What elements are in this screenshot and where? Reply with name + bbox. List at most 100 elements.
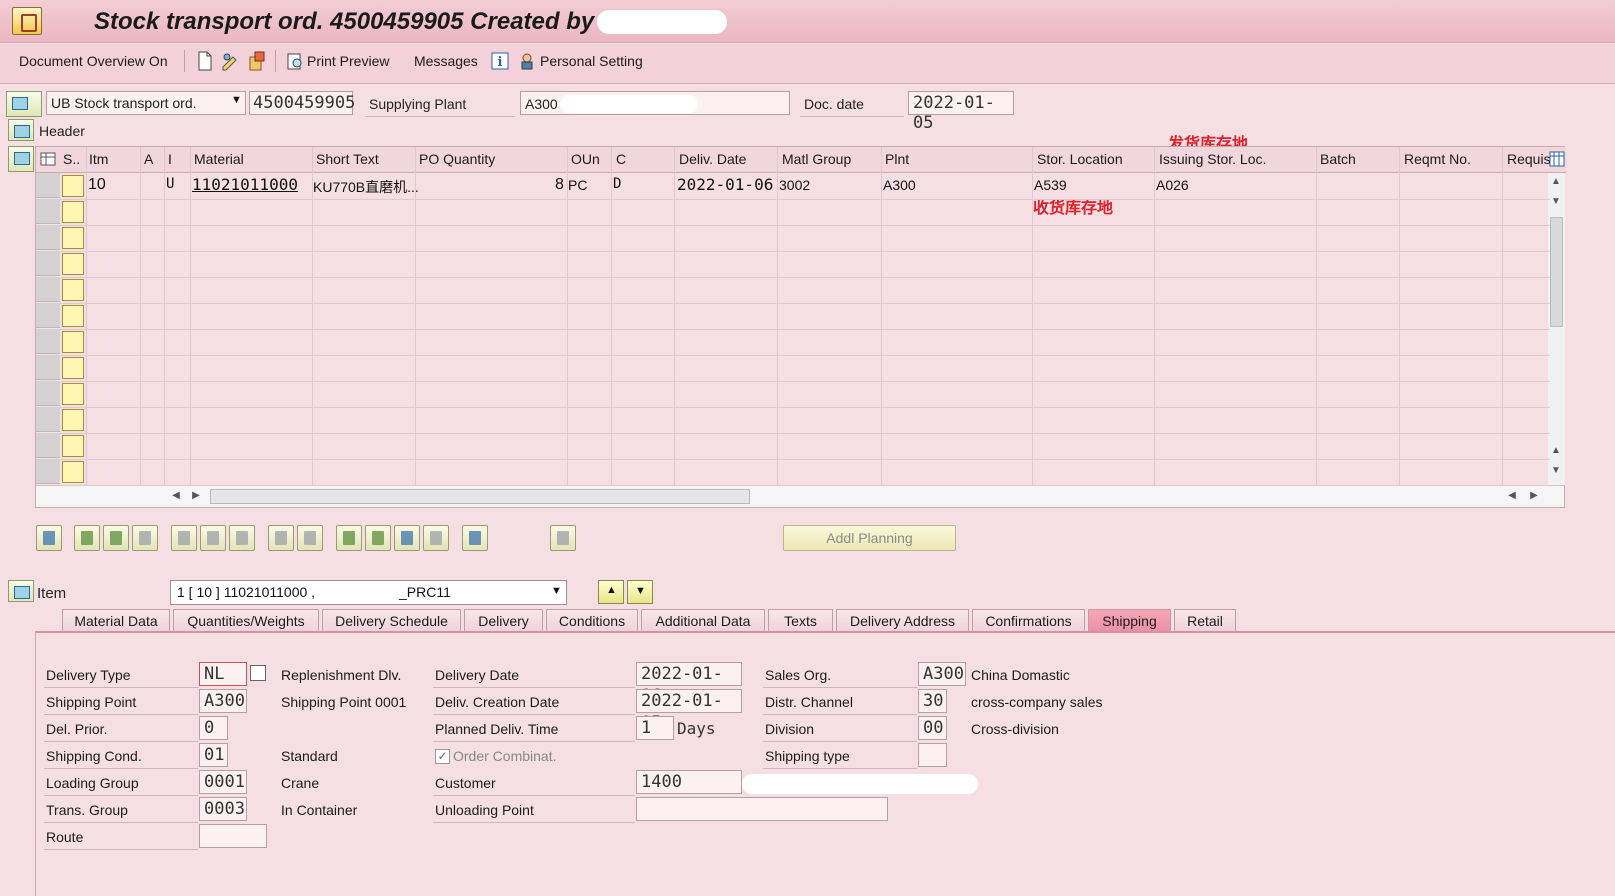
scroll-far-left-icon[interactable]: ◀ bbox=[1506, 490, 1518, 502]
chevron-down-icon[interactable]: ▼ bbox=[551, 585, 562, 597]
display-change-icon[interactable] bbox=[221, 51, 239, 71]
addl-planning-button[interactable]: Addl Planning bbox=[783, 525, 956, 551]
loading-group-field[interactable]: 0001 bbox=[199, 770, 247, 794]
tab-delivery[interactable]: Delivery bbox=[464, 609, 543, 632]
item-select[interactable]: 1 [ 10 ] 11021011000 , _PRC11 ▼ bbox=[170, 580, 567, 605]
row-status-cell[interactable] bbox=[62, 227, 84, 249]
tab-conditions[interactable]: Conditions bbox=[546, 609, 638, 632]
copy-icon[interactable] bbox=[250, 665, 266, 681]
item-details-button[interactable] bbox=[36, 525, 62, 551]
cell-material[interactable]: 11021011000 bbox=[192, 175, 298, 194]
tab-additional-data[interactable]: Additional Data bbox=[641, 609, 765, 632]
scroll-right-icon[interactable]: ▶ bbox=[190, 490, 202, 502]
scroll-left-icon[interactable]: ◀ bbox=[170, 490, 182, 502]
tab-delivery-address[interactable]: Delivery Address bbox=[836, 609, 969, 632]
tab-shipping[interactable]: Shipping bbox=[1088, 609, 1171, 632]
shipping-point-field[interactable]: A300 bbox=[199, 689, 247, 713]
row-status-cell[interactable] bbox=[62, 175, 84, 197]
cell-short-text[interactable]: KU770B直磨机... bbox=[313, 177, 419, 197]
cart-button[interactable] bbox=[6, 91, 42, 117]
delivery-date-field[interactable]: 2022-01-06 bbox=[636, 662, 742, 706]
unloading-point-field[interactable] bbox=[636, 797, 888, 821]
planned-deliv-time-field[interactable]: 1 bbox=[636, 716, 674, 740]
col-header-po-quantity[interactable]: PO Quantity bbox=[419, 151, 495, 167]
col-header-plnt[interactable]: Plnt bbox=[885, 151, 909, 167]
cell-issuing-stor-loc[interactable]: A026 bbox=[1156, 177, 1189, 193]
tab-quantities-weights[interactable]: Quantities/Weights bbox=[173, 609, 319, 632]
row-status-cell[interactable] bbox=[62, 331, 84, 353]
row-selector[interactable] bbox=[36, 355, 60, 380]
row-status-cell[interactable] bbox=[62, 253, 84, 275]
route-field[interactable] bbox=[199, 824, 267, 848]
order-combinat-checkbox[interactable]: ✓ bbox=[435, 749, 450, 764]
delivery-type-field[interactable]: NL bbox=[199, 662, 247, 686]
del-prior-field[interactable]: 0 bbox=[199, 716, 228, 740]
document-number-field[interactable]: 4500459905 bbox=[249, 91, 355, 115]
cell-stor-location[interactable]: A539 bbox=[1034, 177, 1067, 193]
table-settings-icon[interactable] bbox=[40, 152, 56, 166]
items-collapse-button[interactable] bbox=[8, 146, 34, 172]
row-status-cell[interactable] bbox=[62, 409, 84, 431]
copy-item-button[interactable] bbox=[103, 525, 129, 551]
row-selector[interactable] bbox=[36, 303, 60, 328]
tab-confirmations[interactable]: Confirmations bbox=[972, 609, 1085, 632]
col-header-stor-location[interactable]: Stor. Location bbox=[1037, 151, 1123, 167]
tab-delivery-schedule[interactable]: Delivery Schedule bbox=[322, 609, 461, 632]
filter-options-button[interactable] bbox=[423, 525, 449, 551]
col-header-a[interactable]: A bbox=[144, 151, 153, 167]
row-selector[interactable] bbox=[36, 433, 60, 458]
cell-matl-group[interactable]: 3002 bbox=[779, 177, 810, 193]
row-selector[interactable] bbox=[36, 381, 60, 406]
tab-texts[interactable]: Texts bbox=[768, 609, 833, 632]
print-preview-icon[interactable] bbox=[286, 51, 304, 71]
document-overview-button[interactable]: Document Overview On bbox=[19, 53, 168, 69]
default-values-button[interactable] bbox=[462, 525, 488, 551]
personal-setting-icon[interactable] bbox=[519, 51, 537, 71]
doc-date-field[interactable]: 2022-01-05 bbox=[908, 91, 1014, 133]
sort-descending-button[interactable] bbox=[365, 525, 391, 551]
personal-setting-button[interactable]: Personal Setting bbox=[540, 53, 643, 69]
row-selector[interactable] bbox=[36, 199, 60, 224]
other-purchase-order-icon[interactable] bbox=[248, 51, 266, 71]
tab-retail[interactable]: Retail bbox=[1174, 609, 1236, 632]
cell-plnt[interactable]: A300 bbox=[883, 177, 916, 193]
col-header-short-text[interactable]: Short Text bbox=[316, 151, 379, 167]
col-header-issuing-stor-loc[interactable]: Issuing Stor. Loc. bbox=[1159, 151, 1266, 167]
scroll-page-down-icon[interactable]: ▼ bbox=[1550, 465, 1562, 477]
previous-item-button[interactable]: ▲ bbox=[598, 580, 624, 604]
scroll-thumb[interactable] bbox=[1550, 217, 1563, 327]
row-status-cell[interactable] bbox=[62, 435, 84, 457]
row-status-cell[interactable] bbox=[62, 357, 84, 379]
h-scroll-thumb[interactable] bbox=[210, 489, 750, 504]
sales-org-field[interactable]: A300 bbox=[918, 662, 966, 686]
deselect-all-button[interactable] bbox=[297, 525, 323, 551]
cell-deliv-date[interactable]: 2022-01-06 bbox=[677, 175, 773, 194]
row-selector[interactable] bbox=[36, 173, 60, 198]
col-header-reqmt-no[interactable]: Reqmt No. bbox=[1404, 151, 1471, 167]
new-document-icon[interactable] bbox=[196, 51, 214, 71]
column-config-icon[interactable] bbox=[1549, 151, 1565, 167]
scroll-far-right-icon[interactable]: ▶ bbox=[1528, 490, 1540, 502]
row-status-cell[interactable] bbox=[62, 279, 84, 301]
scroll-page-up-icon[interactable]: ▲ bbox=[1550, 445, 1562, 457]
customer-field[interactable]: 1400 bbox=[636, 770, 742, 794]
col-header-batch[interactable]: Batch bbox=[1320, 151, 1356, 167]
cell-po-quantity[interactable]: 8 bbox=[555, 176, 564, 194]
row-selector[interactable] bbox=[36, 251, 60, 276]
col-header-status[interactable]: S.. bbox=[63, 151, 80, 167]
chevron-down-icon[interactable]: ▼ bbox=[231, 94, 242, 106]
row-selector[interactable] bbox=[36, 277, 60, 302]
filter-button[interactable] bbox=[394, 525, 420, 551]
row-status-cell[interactable] bbox=[62, 201, 84, 223]
distr-channel-field[interactable]: 30 bbox=[918, 689, 947, 713]
add-item-button[interactable] bbox=[74, 525, 100, 551]
services-button[interactable] bbox=[550, 525, 576, 551]
scroll-up-icon[interactable]: ▲ bbox=[1550, 176, 1562, 188]
cell-i[interactable]: U bbox=[166, 176, 174, 192]
lock-item-button[interactable] bbox=[200, 525, 226, 551]
row-selector[interactable] bbox=[36, 329, 60, 354]
col-header-c[interactable]: C bbox=[616, 151, 626, 167]
document-type-select[interactable]: UB Stock transport ord. ▼ bbox=[46, 91, 246, 115]
sort-ascending-button[interactable] bbox=[336, 525, 362, 551]
delete-item-button[interactable] bbox=[171, 525, 197, 551]
